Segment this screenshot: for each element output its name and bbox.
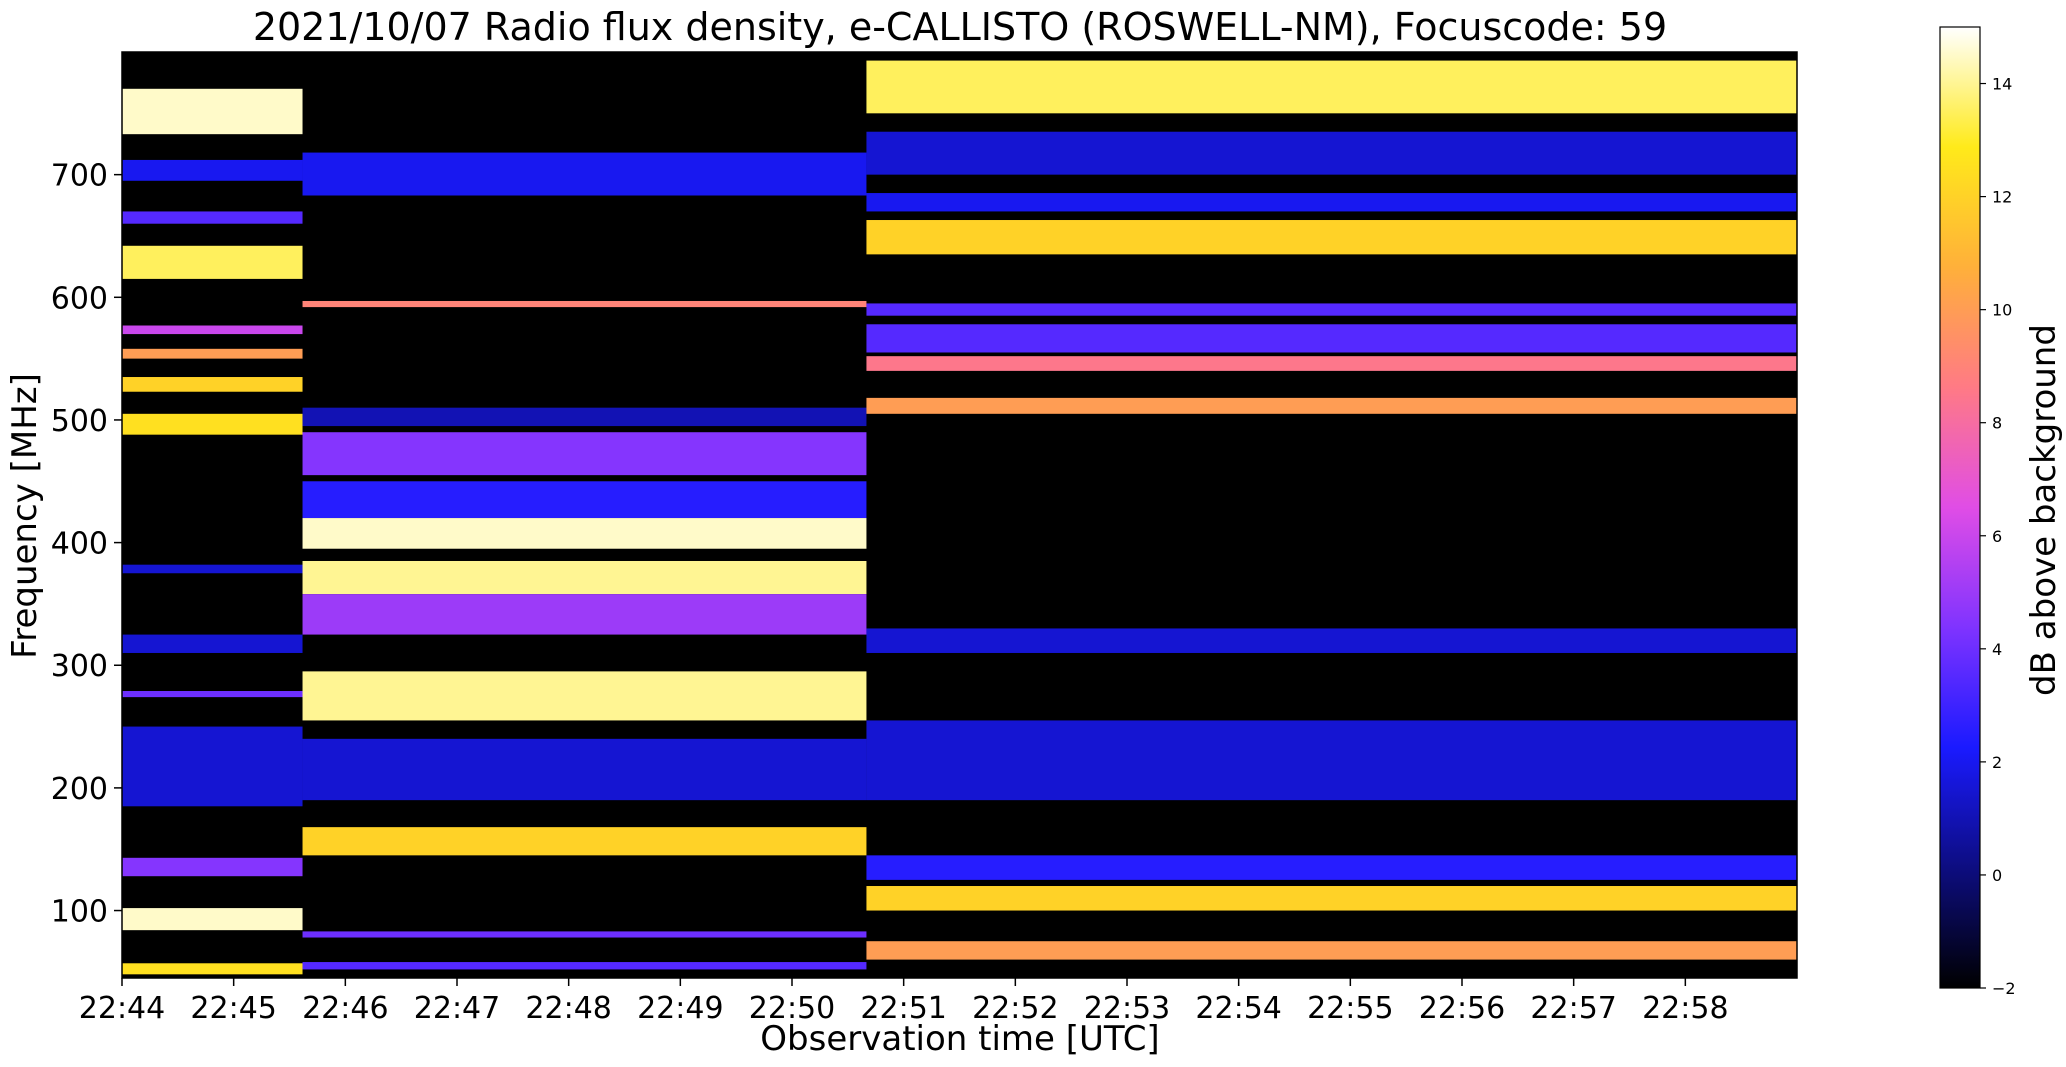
x-tick-label: 22:44 <box>79 991 165 1026</box>
band-1-3 <box>302 432 867 476</box>
band-0-6 <box>122 377 303 392</box>
x-tick-label: 22:48 <box>525 991 611 1026</box>
colorbar-tick-label: 8 <box>1992 414 2002 433</box>
y-tick-label: 500 <box>51 404 108 439</box>
colorbar-gradient <box>1939 26 1981 989</box>
band-2-12 <box>866 941 1797 960</box>
band-0-11 <box>122 726 303 807</box>
x-tick-label: 22:55 <box>1307 991 1393 1026</box>
band-2-3 <box>866 220 1797 255</box>
band-1-7 <box>302 594 867 635</box>
colorbar-tick-label: 0 <box>1992 866 2002 885</box>
x-axis-label: Observation time [UTC] <box>760 1019 1159 1059</box>
y-tick-label: 100 <box>51 895 108 930</box>
band-2-1 <box>866 131 1797 175</box>
x-tick-label: 22:57 <box>1530 991 1616 1026</box>
band-2-7 <box>866 397 1797 414</box>
x-tick-label: 22:49 <box>637 991 723 1026</box>
band-0-3 <box>122 245 303 279</box>
band-1-9 <box>302 738 867 801</box>
band-2-5 <box>866 324 1797 353</box>
band-2-8 <box>866 628 1797 653</box>
band-1-4 <box>302 481 867 519</box>
x-tick-label: 22:56 <box>1419 991 1505 1026</box>
x-tick-label: 22:47 <box>414 991 500 1026</box>
band-1-2 <box>302 407 867 427</box>
x-tick-label: 22:58 <box>1642 991 1728 1026</box>
colorbar-label: dB above background <box>2024 324 2064 696</box>
y-tick-label: 600 <box>51 281 108 316</box>
band-0-10 <box>122 691 303 698</box>
band-1-10 <box>302 827 867 856</box>
y-tick-label: 300 <box>51 649 108 684</box>
band-0-8 <box>122 564 303 574</box>
chart-title: 2021/10/07 Radio flux density, e-CALLIST… <box>253 5 1667 49</box>
y-axis-ticks: 100 200 300 400 500 600 700 <box>51 159 122 930</box>
plot-area <box>121 51 1798 979</box>
band-0-1 <box>122 159 303 181</box>
y-tick-label: 200 <box>51 772 108 807</box>
band-1-12 <box>302 962 867 970</box>
colorbar-tick-label: 4 <box>1992 640 2002 659</box>
band-2-10 <box>866 855 1797 880</box>
y-axis-label: Frequency [MHz] <box>5 373 45 659</box>
band-0-0 <box>122 88 303 135</box>
band-2-0 <box>866 60 1797 114</box>
colorbar-tick-label: 6 <box>1992 527 2002 546</box>
band-1-0 <box>302 152 867 196</box>
x-tick-label: 22:45 <box>190 991 276 1026</box>
band-0-14 <box>122 963 303 975</box>
band-1-8 <box>302 671 867 721</box>
band-0-2 <box>122 211 303 224</box>
colorbar-tick-label: 2 <box>1992 753 2002 772</box>
band-2-6 <box>866 356 1797 371</box>
colorbar-tick-label: 14 <box>1992 75 2012 94</box>
y-tick-label: 700 <box>51 159 108 194</box>
band-1-1 <box>302 300 867 308</box>
y-tick-label: 400 <box>51 527 108 562</box>
x-tick-label: 22:46 <box>302 991 388 1026</box>
colorbar-tick-label: 10 <box>1992 301 2012 320</box>
colorbar-ticks: −2 0 2 4 6 8 10 12 14 <box>1980 75 2016 998</box>
band-2-2 <box>866 193 1797 212</box>
x-tick-label: 22:54 <box>1195 991 1281 1026</box>
band-0-13 <box>122 908 303 931</box>
colorbar-tick-label: 12 <box>1992 188 2012 207</box>
band-1-11 <box>302 931 867 938</box>
spectrogram-chart: 2021/10/07 Radio flux density, e-CALLIST… <box>5 5 2064 1059</box>
band-2-4 <box>866 303 1797 316</box>
band-0-5 <box>122 348 303 359</box>
band-0-7 <box>122 413 303 435</box>
band-1-5 <box>302 518 867 549</box>
band-0-9 <box>122 634 303 653</box>
band-0-12 <box>122 857 303 877</box>
band-2-11 <box>866 886 1797 911</box>
colorbar-tick-label: −2 <box>1992 979 2016 998</box>
band-0-4 <box>122 325 303 335</box>
band-2-9 <box>866 720 1797 801</box>
colorbar: −2 0 2 4 6 8 10 12 14 dB above background <box>1939 26 2064 998</box>
band-1-6 <box>302 560 867 595</box>
